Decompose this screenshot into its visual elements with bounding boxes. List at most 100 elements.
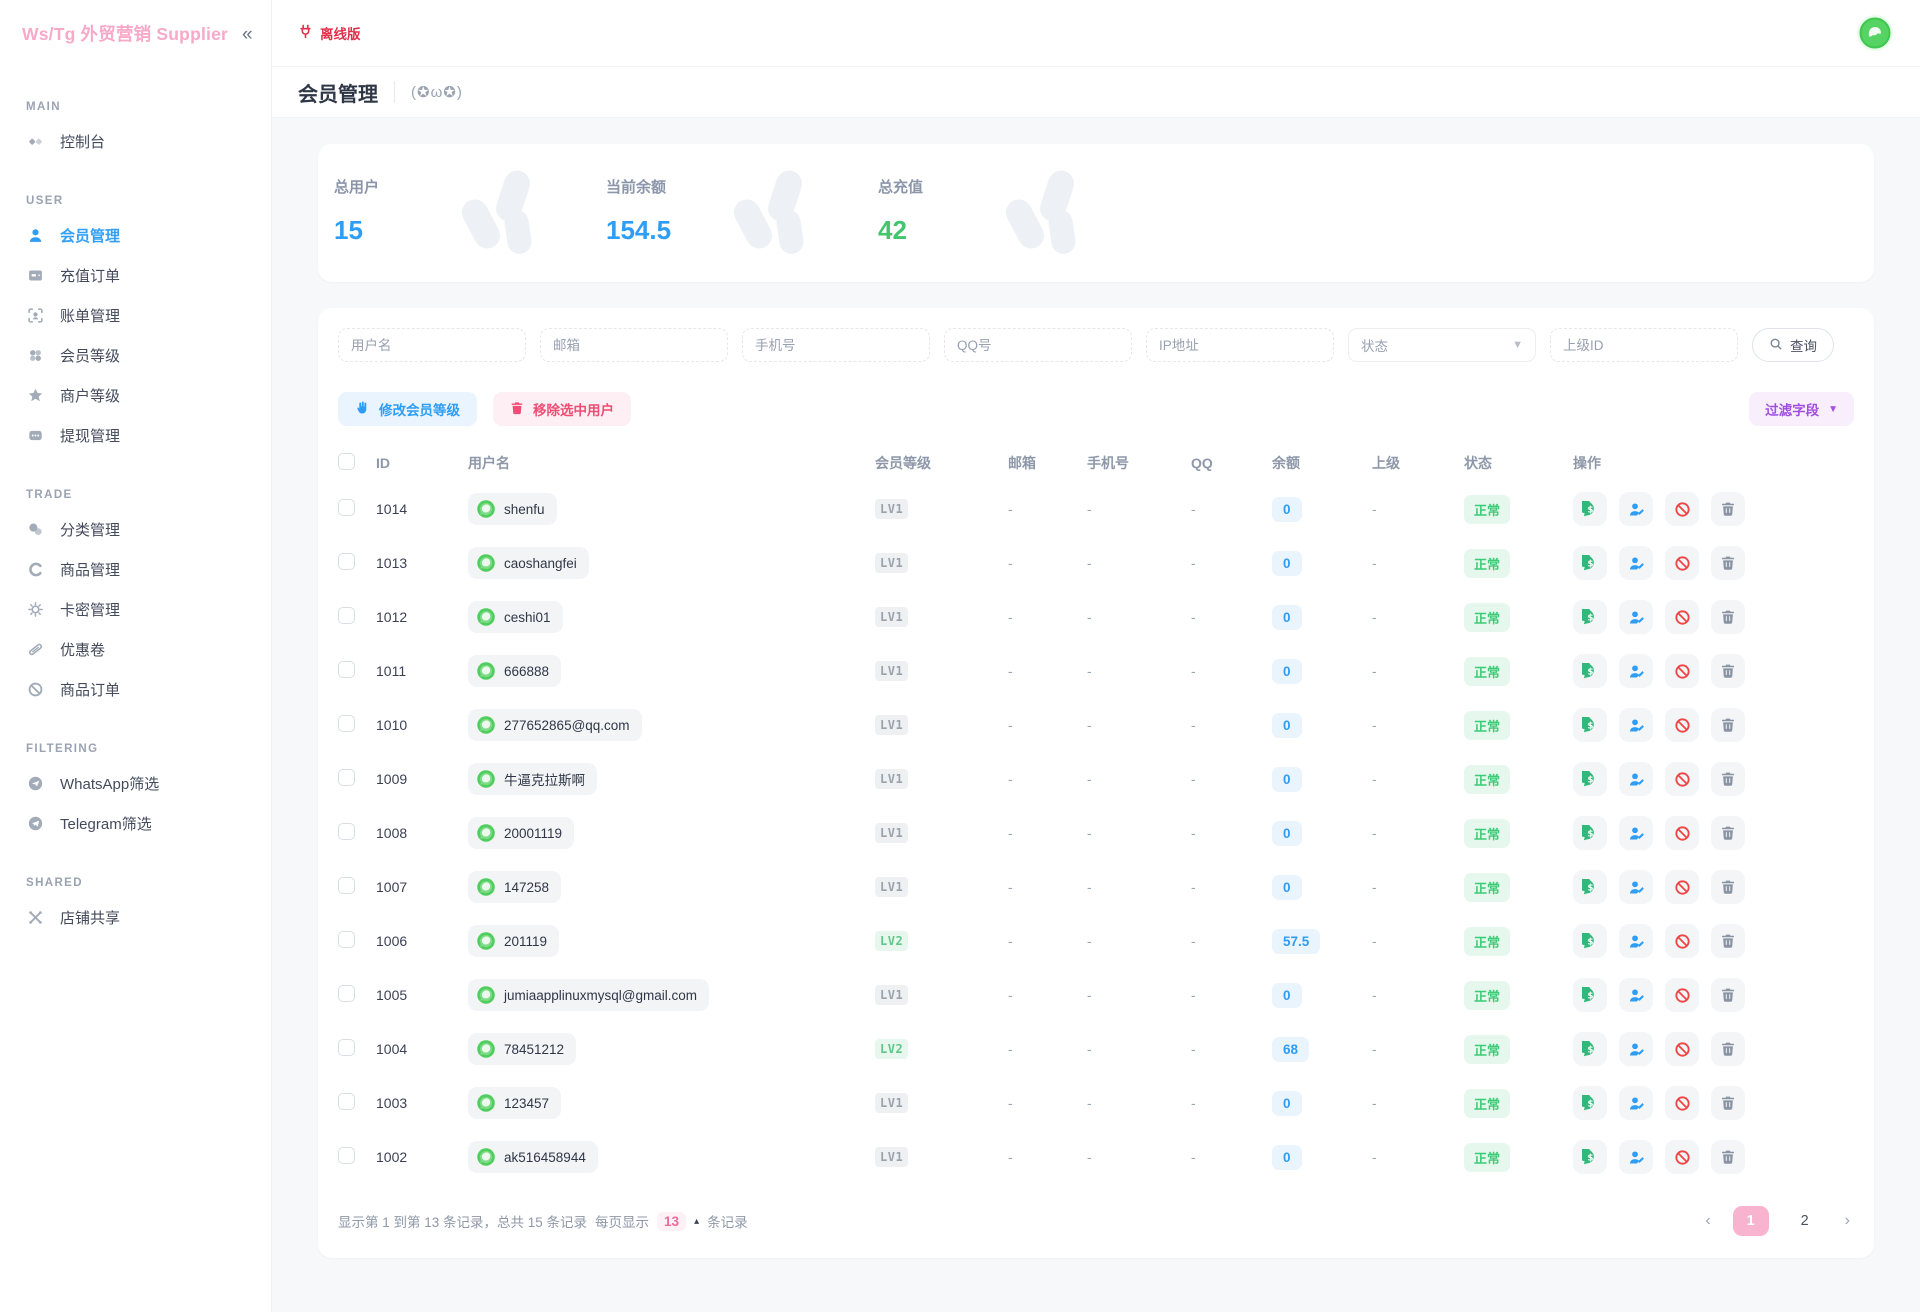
filter-input-用户名[interactable] <box>338 328 526 362</box>
sidebar-item-whatsapp-filter[interactable]: WhatsApp筛选 <box>0 763 271 803</box>
delete-user-button[interactable] <box>1711 708 1745 742</box>
edit-user-button[interactable] <box>1619 546 1653 580</box>
delete-user-button[interactable] <box>1711 492 1745 526</box>
ban-user-button[interactable] <box>1665 816 1699 850</box>
edit-user-button[interactable] <box>1619 600 1653 634</box>
row-checkbox[interactable] <box>338 1039 355 1056</box>
delete-user-button[interactable] <box>1711 654 1745 688</box>
send-money-button[interactable]: $ <box>1573 546 1607 580</box>
row-checkbox[interactable] <box>338 769 355 786</box>
next-page-button[interactable]: › <box>1841 1212 1854 1230</box>
row-checkbox[interactable] <box>338 985 355 1002</box>
send-money-button[interactable]: $ <box>1573 492 1607 526</box>
ban-user-button[interactable] <box>1665 1032 1699 1066</box>
sidebar-collapse-icon[interactable]: « <box>242 25 253 44</box>
send-money-button[interactable]: $ <box>1573 654 1607 688</box>
edit-user-button[interactable] <box>1619 870 1653 904</box>
row-checkbox[interactable] <box>338 607 355 624</box>
edit-user-button[interactable] <box>1619 1140 1653 1174</box>
username-pill[interactable]: caoshangfei <box>468 547 589 579</box>
caret-up-icon[interactable]: ▴ <box>694 1216 699 1227</box>
delete-user-button[interactable] <box>1711 816 1745 850</box>
send-money-button[interactable]: $ <box>1573 816 1607 850</box>
sidebar-item-member-management[interactable]: 会员管理 <box>0 215 271 255</box>
delete-user-button[interactable] <box>1711 1140 1745 1174</box>
ban-user-button[interactable] <box>1665 708 1699 742</box>
search-button[interactable]: 查询 <box>1752 328 1834 362</box>
username-pill[interactable]: 20001119 <box>468 817 574 849</box>
edit-user-button[interactable] <box>1619 654 1653 688</box>
username-pill[interactable]: jumiaapplinuxmysql@gmail.com <box>468 979 709 1011</box>
page-button-1[interactable]: 1 <box>1733 1206 1769 1236</box>
username-pill[interactable]: shenfu <box>468 493 557 525</box>
filter-input-上级ID[interactable] <box>1550 328 1738 362</box>
delete-user-button[interactable] <box>1711 1032 1745 1066</box>
sidebar-item-withdrawal[interactable]: 提现管理 <box>0 415 271 455</box>
offline-version-button[interactable]: 离线版 <box>298 23 361 43</box>
filter-input-手机号[interactable] <box>742 328 930 362</box>
prev-page-button[interactable]: ‹ <box>1701 1212 1714 1230</box>
row-checkbox[interactable] <box>338 1093 355 1110</box>
sidebar-item-cardkey[interactable]: 卡密管理 <box>0 589 271 629</box>
ban-user-button[interactable] <box>1665 978 1699 1012</box>
ban-user-button[interactable] <box>1665 1086 1699 1120</box>
ban-user-button[interactable] <box>1665 546 1699 580</box>
sidebar-item-telegram-filter[interactable]: Telegram筛选 <box>0 803 271 843</box>
send-money-button[interactable]: $ <box>1573 1032 1607 1066</box>
username-pill[interactable]: 123457 <box>468 1087 561 1119</box>
username-pill[interactable]: 201119 <box>468 925 559 957</box>
row-checkbox[interactable] <box>338 877 355 894</box>
username-pill[interactable]: 147258 <box>468 871 561 903</box>
sidebar-item-merchant-level[interactable]: 商户等级 <box>0 375 271 415</box>
row-checkbox[interactable] <box>338 553 355 570</box>
send-money-button[interactable]: $ <box>1573 1140 1607 1174</box>
send-money-button[interactable]: $ <box>1573 762 1607 796</box>
per-page-select[interactable]: 13 <box>657 1212 686 1231</box>
sidebar-item-coupon[interactable]: 优惠卷 <box>0 629 271 669</box>
edit-user-button[interactable] <box>1619 1086 1653 1120</box>
ban-user-button[interactable] <box>1665 1140 1699 1174</box>
ban-user-button[interactable] <box>1665 924 1699 958</box>
username-pill[interactable]: 666888 <box>468 655 561 687</box>
row-checkbox[interactable] <box>338 715 355 732</box>
row-checkbox[interactable] <box>338 499 355 516</box>
send-money-button[interactable]: $ <box>1573 600 1607 634</box>
status-select[interactable]: 状态▼ <box>1348 328 1536 362</box>
remove-selected-users-button[interactable]: 移除选中用户 <box>493 392 631 426</box>
select-all-checkbox[interactable] <box>338 453 355 470</box>
send-money-button[interactable]: $ <box>1573 870 1607 904</box>
delete-user-button[interactable] <box>1711 1086 1745 1120</box>
filter-input-邮箱[interactable] <box>540 328 728 362</box>
row-checkbox[interactable] <box>338 823 355 840</box>
ban-user-button[interactable] <box>1665 654 1699 688</box>
sidebar-item-shop-share[interactable]: 店铺共享 <box>0 897 271 937</box>
edit-user-button[interactable] <box>1619 978 1653 1012</box>
edit-user-button[interactable] <box>1619 924 1653 958</box>
send-money-button[interactable]: $ <box>1573 708 1607 742</box>
delete-user-button[interactable] <box>1711 870 1745 904</box>
send-money-button[interactable]: $ <box>1573 924 1607 958</box>
modify-member-level-button[interactable]: 修改会员等级 <box>338 392 477 426</box>
sidebar-item-member-level[interactable]: 会员等级 <box>0 335 271 375</box>
filter-input-QQ号[interactable] <box>944 328 1132 362</box>
delete-user-button[interactable] <box>1711 762 1745 796</box>
username-pill[interactable]: 牛逼克拉斯啊 <box>468 763 597 795</box>
username-pill[interactable]: 277652865@qq.com <box>468 709 642 741</box>
filter-input-IP地址[interactable] <box>1146 328 1334 362</box>
sidebar-item-goods[interactable]: 商品管理 <box>0 549 271 589</box>
sidebar-item-recharge-orders[interactable]: 充值订单 <box>0 255 271 295</box>
page-button-2[interactable]: 2 <box>1787 1206 1823 1236</box>
ban-user-button[interactable] <box>1665 870 1699 904</box>
sidebar-item-goods-orders[interactable]: 商品订单 <box>0 669 271 709</box>
ban-user-button[interactable] <box>1665 492 1699 526</box>
sidebar-item-dashboard[interactable]: 控制台 <box>0 121 271 161</box>
delete-user-button[interactable] <box>1711 600 1745 634</box>
username-pill[interactable]: ceshi01 <box>468 601 563 633</box>
delete-user-button[interactable] <box>1711 546 1745 580</box>
delete-user-button[interactable] <box>1711 978 1745 1012</box>
row-checkbox[interactable] <box>338 661 355 678</box>
username-pill[interactable]: ak516458944 <box>468 1141 598 1173</box>
sidebar-item-billing[interactable]: 账单管理 <box>0 295 271 335</box>
user-avatar[interactable] <box>1856 14 1894 52</box>
edit-user-button[interactable] <box>1619 762 1653 796</box>
